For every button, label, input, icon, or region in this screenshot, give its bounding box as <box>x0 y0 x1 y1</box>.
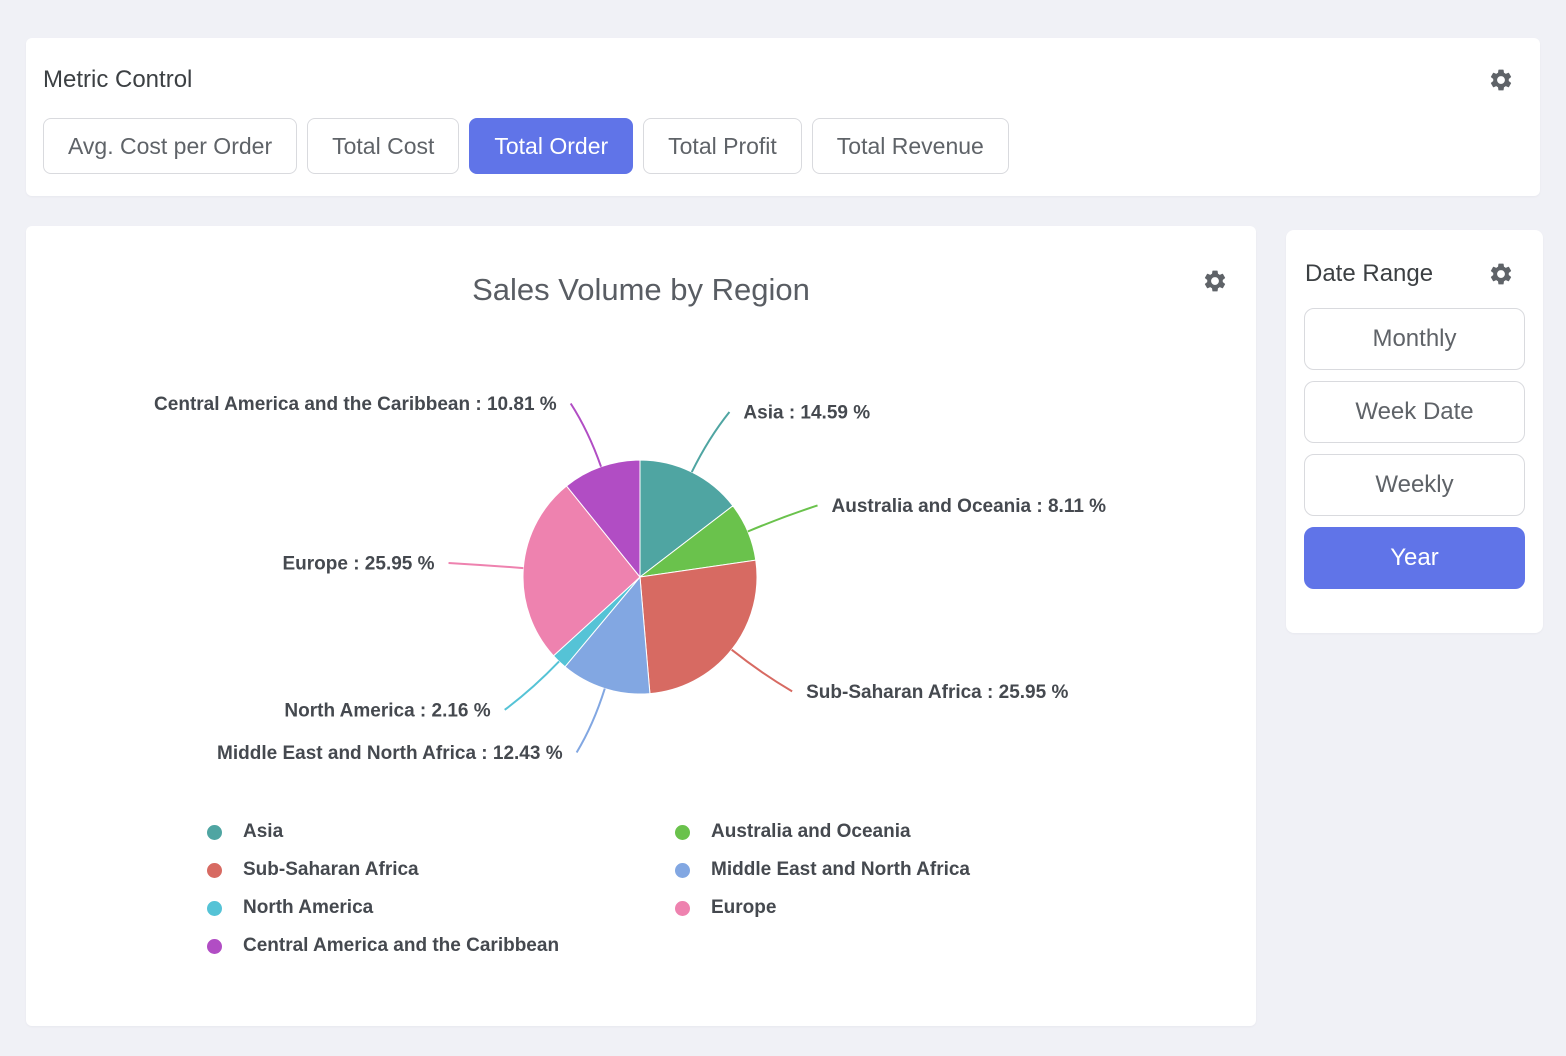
pie-label-line-north-america <box>505 661 559 709</box>
legend-label: North America <box>243 897 373 919</box>
legend-item-sub-saharan-africa[interactable]: Sub-Saharan Africa <box>207 859 675 881</box>
legend-label: Sub-Saharan Africa <box>243 859 419 881</box>
legend-label: Central America and the Caribbean <box>243 935 559 957</box>
legend-label: Europe <box>711 897 776 919</box>
chart-legend: Asia Australia and Oceania Sub-Saharan Afr… <box>207 813 970 965</box>
pie-label-line-central-america-and-the-caribbean <box>571 404 601 467</box>
settings-icon[interactable] <box>1488 261 1514 287</box>
pie-label-line-asia <box>692 412 730 472</box>
legend-item-north-america[interactable]: North America <box>207 897 675 919</box>
pie-label-line-europe <box>449 563 524 568</box>
legend-item-europe[interactable]: Europe <box>675 897 970 919</box>
metric-button-total-revenue[interactable]: Total Revenue <box>812 118 1009 174</box>
legend-item-australia-and-oceania[interactable]: Australia and Oceania <box>675 821 970 843</box>
metric-control-title: Metric Control <box>43 66 192 94</box>
sales-volume-chart-panel: Sales Volume by Region Asia : 14.59 %Aus… <box>26 226 1256 1026</box>
date-range-button-monthly[interactable]: Monthly <box>1304 308 1525 370</box>
legend-marker-icon <box>207 939 222 954</box>
date-range-button-year[interactable]: Year <box>1304 527 1525 589</box>
legend-marker-icon <box>675 863 690 878</box>
pie-slice-sub-saharan-africa[interactable] <box>640 560 757 693</box>
legend-item-asia[interactable]: Asia <box>207 821 675 843</box>
metric-button-total-cost[interactable]: Total Cost <box>307 118 459 174</box>
date-range-title: Date Range <box>1305 260 1433 288</box>
legend-item-central-america-and-the-caribbean[interactable]: Central America and the Caribbean <box>207 935 675 957</box>
legend-label: Middle East and North Africa <box>711 859 970 881</box>
metric-button-group: Avg. Cost per OrderTotal CostTotal Order… <box>43 118 1514 174</box>
pie-label-line-sub-saharan-africa <box>732 650 792 692</box>
pie-label-central-america-and-the-caribbean: Central America and the Caribbean : 10.8… <box>154 394 557 415</box>
legend-marker-icon <box>675 825 690 840</box>
pie-label-line-australia-and-oceania <box>748 505 818 531</box>
metric-button-total-profit[interactable]: Total Profit <box>643 118 802 174</box>
metric-button-avg-cost-per-order[interactable]: Avg. Cost per Order <box>43 118 297 174</box>
pie-label-sub-saharan-africa: Sub-Saharan Africa : 25.95 % <box>806 682 1068 703</box>
pie-label-europe: Europe : 25.95 % <box>282 553 434 574</box>
settings-icon[interactable] <box>1488 67 1514 93</box>
date-range-panel: Date Range Monthly Week Date Weekly Year <box>1286 230 1543 633</box>
date-range-header: Date Range <box>1304 260 1525 288</box>
date-range-button-week-date[interactable]: Week Date <box>1304 381 1525 443</box>
pie-label-north-america: North America : 2.16 % <box>284 700 490 721</box>
legend-marker-icon <box>207 863 222 878</box>
pie-label-middle-east-and-north-africa: Middle East and North Africa : 12.43 % <box>217 743 563 764</box>
pie-label-line-middle-east-and-north-africa <box>577 689 605 753</box>
legend-marker-icon <box>675 901 690 916</box>
date-range-button-group: Monthly Week Date Weekly Year <box>1304 308 1525 589</box>
legend-marker-icon <box>207 901 222 916</box>
metric-control-header: Metric Control <box>43 66 1514 94</box>
legend-label: Australia and Oceania <box>711 821 911 843</box>
date-range-button-weekly[interactable]: Weekly <box>1304 454 1525 516</box>
metric-button-total-order[interactable]: Total Order <box>469 118 633 174</box>
legend-marker-icon <box>207 825 222 840</box>
metric-control-panel: Metric Control Avg. Cost per OrderTotal … <box>26 38 1540 196</box>
legend-item-middle-east-and-north-africa[interactable]: Middle East and North Africa <box>675 859 970 881</box>
pie-label-australia-and-oceania: Australia and Oceania : 8.11 % <box>832 496 1107 517</box>
legend-label: Asia <box>243 821 283 843</box>
pie-label-asia: Asia : 14.59 % <box>743 402 870 423</box>
